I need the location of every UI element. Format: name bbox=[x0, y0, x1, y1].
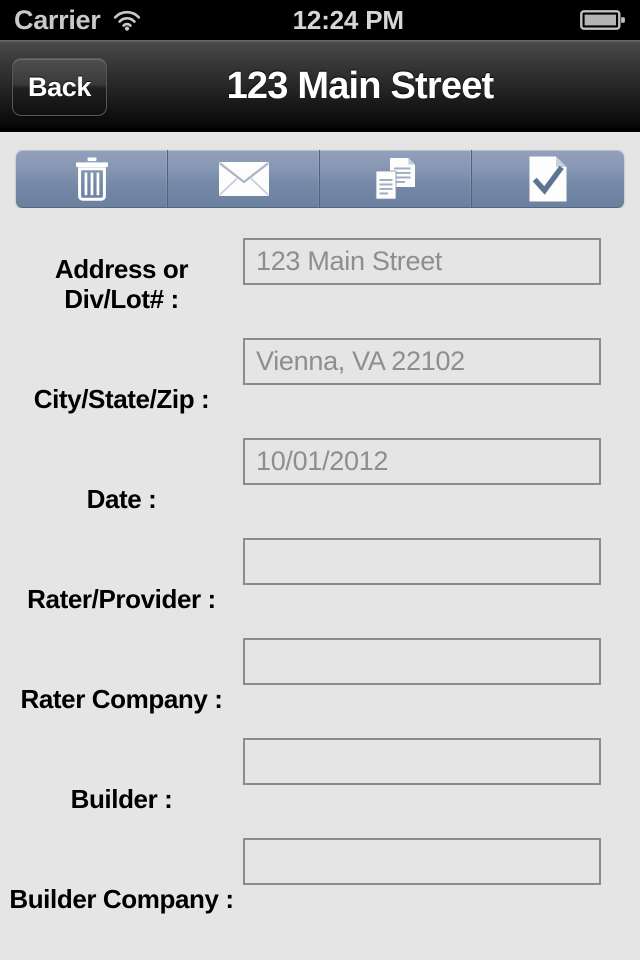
address-input[interactable]: 123 Main Street bbox=[243, 238, 601, 285]
field-label-city-state-zip: City/State/Zip : bbox=[33, 383, 210, 414]
trash-icon bbox=[72, 157, 112, 201]
back-button[interactable]: Back bbox=[12, 58, 107, 116]
copy-documents-icon bbox=[373, 157, 419, 201]
wifi-icon bbox=[112, 9, 142, 31]
form-row-rater-provider: Rater/Provider : bbox=[0, 536, 640, 622]
field-label-date: Date : bbox=[86, 483, 157, 514]
field-label-rater-company: Rater Company : bbox=[20, 683, 223, 714]
city-state-zip-input-value: Vienna, VA 22102 bbox=[256, 348, 465, 375]
rater-company-input[interactable] bbox=[243, 638, 601, 685]
action-toolbar bbox=[16, 150, 624, 208]
builder-input[interactable] bbox=[243, 738, 601, 785]
status-bar-left: Carrier bbox=[14, 4, 142, 35]
form-row-rater-company: Rater Company : bbox=[0, 636, 640, 722]
battery-icon bbox=[580, 9, 626, 31]
date-input[interactable]: 10/01/2012 bbox=[243, 438, 601, 485]
form-row-builder: Builder : bbox=[0, 736, 640, 822]
field-label-builder: Builder : bbox=[70, 783, 173, 814]
field-label-address: Address or Div/Lot# : bbox=[54, 254, 189, 314]
page-title: 123 Main Street bbox=[226, 64, 495, 107]
document-checkmark-icon bbox=[529, 156, 567, 202]
form-row-builder-company: Builder Company : bbox=[0, 836, 640, 922]
email-button[interactable] bbox=[168, 150, 320, 208]
date-input-value: 10/01/2012 bbox=[256, 448, 389, 475]
envelope-icon bbox=[218, 161, 270, 197]
rater-provider-input[interactable] bbox=[243, 538, 601, 585]
carrier-label: Carrier bbox=[14, 4, 101, 35]
builder-company-input[interactable] bbox=[243, 838, 601, 885]
status-bar-right bbox=[580, 9, 626, 31]
form-row-city-state-zip: City/State/Zip : Vienna, VA 22102 bbox=[0, 336, 640, 422]
field-label-rater-provider: Rater/Provider : bbox=[27, 583, 216, 614]
app-screen: Carrier 12:24 PM Back 123 Main Street Ad… bbox=[0, 0, 640, 960]
field-label-builder-company: Builder Company : bbox=[9, 883, 234, 914]
form-row-address: Address or Div/Lot# : 123 Main Street bbox=[0, 236, 640, 322]
navigation-bar: Back 123 Main Street bbox=[0, 40, 640, 132]
delete-button[interactable] bbox=[16, 150, 168, 208]
city-state-zip-input[interactable]: Vienna, VA 22102 bbox=[243, 338, 601, 385]
complete-button[interactable] bbox=[472, 150, 624, 208]
clock-label: 12:24 PM bbox=[292, 5, 404, 35]
status-bar: Carrier 12:24 PM bbox=[0, 0, 640, 40]
duplicate-button[interactable] bbox=[320, 150, 472, 208]
back-button-label: Back bbox=[28, 71, 91, 102]
property-detail-form: Address or Div/Lot# : 123 Main Street Ci… bbox=[0, 208, 640, 960]
status-bar-center: 12:24 PM bbox=[142, 7, 580, 33]
form-row-date: Date : 10/01/2012 bbox=[0, 436, 640, 522]
address-input-value: 123 Main Street bbox=[256, 248, 443, 275]
